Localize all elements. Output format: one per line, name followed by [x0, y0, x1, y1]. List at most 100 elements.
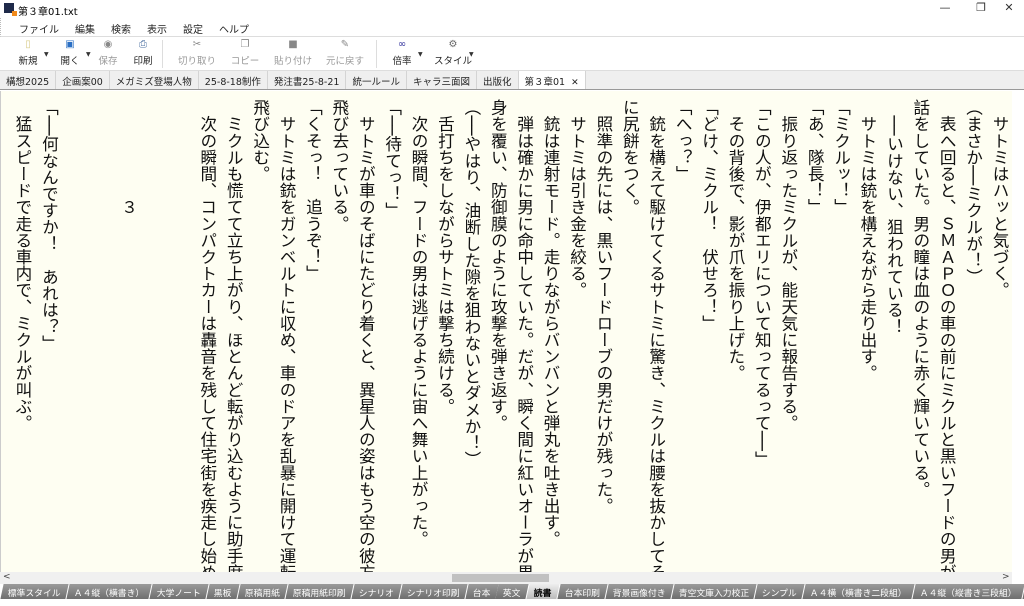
- horizontal-scrollbar[interactable]: < >: [0, 572, 1012, 584]
- text-line: 飛び込む。: [250, 99, 270, 182]
- style-tab[interactable]: 台本: [465, 584, 499, 599]
- style-tab[interactable]: 青空文庫入力校正: [671, 584, 757, 599]
- text-line: 照準の先には、黒いフードローブの男だけが残った。: [593, 99, 613, 514]
- style-tab[interactable]: 標準スタイル: [0, 584, 69, 599]
- text-line: [88, 99, 114, 569]
- doc-tab-label: 構想2025: [6, 77, 50, 88]
- style-tab[interactable]: 台本印刷: [557, 584, 608, 599]
- text-line: ──いけない、狙われている！: [884, 99, 904, 335]
- title-bar: 第３章01.txt — ❐ ✕: [0, 0, 1024, 18]
- toolbar-label: 開く: [60, 56, 80, 67]
- style-tab-label: 英文: [503, 589, 521, 599]
- scroll-left-arrow[interactable]: <: [3, 572, 11, 582]
- close-button[interactable]: ✕: [994, 1, 1024, 17]
- style-tab-label: シンプル: [761, 589, 797, 599]
- style-tab[interactable]: 読書: [526, 584, 560, 599]
- text-line: 「──何なんですか！ あれは？」: [39, 99, 59, 352]
- toolbar-button-4[interactable]: ✂ 切り取り: [173, 39, 221, 67]
- toolbar-button-3[interactable]: ⎙ 印刷: [119, 39, 167, 67]
- toolbar-label: 新規: [18, 56, 38, 67]
- text-line: 話をしていた。男の瞳は血のように赤く輝いている。: [910, 99, 930, 498]
- restore-button[interactable]: ❐: [966, 1, 996, 17]
- style-tab-label: 台本印刷: [564, 589, 600, 599]
- editor-margin: [1012, 91, 1024, 584]
- text-line: に尻餅をつく。: [620, 99, 640, 216]
- text-line: サトミは引き金を絞る。: [567, 99, 587, 299]
- doc-tab[interactable]: キャラ三面図: [407, 71, 477, 89]
- doc-tab[interactable]: 構想2025: [0, 71, 57, 89]
- toolbar-label: 倍率: [392, 56, 412, 67]
- style-tab[interactable]: シナリオ印刷: [399, 584, 468, 599]
- text-line: 次の瞬間、コンパクトカーは轟音を残して住宅街を疾走し始めた。: [197, 99, 217, 572]
- toolbar-button-5[interactable]: ❐ コピー: [221, 39, 269, 67]
- doc-tab[interactable]: 統一ルール: [346, 71, 407, 89]
- toolbar-label: 元に戻す: [325, 56, 364, 67]
- scrollbar-thumb[interactable]: [452, 574, 549, 582]
- menu-3[interactable]: 表示: [139, 18, 175, 36]
- menu-2[interactable]: 検索: [103, 18, 139, 36]
- text-line: サトミはハッと気づく。: [990, 99, 1009, 299]
- window-title: 第３章01.txt: [18, 7, 78, 18]
- menu-1[interactable]: 編集: [67, 18, 103, 36]
- style-tab[interactable]: 原稿用紙: [237, 584, 288, 599]
- vertical-text: サトミはハッと気づく。 （まさか──ミクルが！） 表へ回ると、ＳＭＡＰＯの車の前に…: [9, 99, 1012, 572]
- text-line: 表へ回ると、ＳＭＡＰＯの車の前にミクルと黒いフードの男が立ち: [937, 99, 957, 572]
- doc-tab-label: 第３章01: [524, 77, 566, 88]
- style-tab[interactable]: Ａ４横（横書き二段組）: [802, 584, 915, 599]
- toolbar-button-6[interactable]: ■ 貼り付け: [269, 39, 317, 67]
- text-line: （まさか──ミクルが！）: [963, 99, 983, 285]
- document-tabs: 構想2025 企画案00 メガミズ登場人物 25-8-18制作 発注書25-8-21 統一…: [0, 71, 1024, 90]
- doc-tab[interactable]: 出版化: [477, 71, 519, 89]
- text-line: [141, 99, 167, 569]
- minimize-button[interactable]: —: [930, 1, 960, 17]
- style-tab[interactable]: 黒板: [206, 584, 240, 599]
- chevron-down-icon[interactable]: ▼: [418, 51, 423, 58]
- style-tab[interactable]: 英文: [495, 584, 529, 599]
- toolbar-separator: [376, 40, 377, 68]
- style-tabs: 標準スタイル Ａ４縦（横書き） 大学ノート 黒板 原稿用紙 原稿用紙印刷 シナリオ シナリオ印…: [0, 584, 1024, 600]
- text-line: サトミは銃をガンベルトに収め、車のドアを乱暴に開けて運転席へ: [277, 99, 297, 572]
- doc-tab[interactable]: 発注書25-8-21: [268, 71, 347, 89]
- text-line: 身を覆い、防御膜のように攻撃を弾き返す。: [488, 99, 508, 431]
- toolbar-label: スタイル: [433, 56, 472, 67]
- style-tab[interactable]: 原稿用紙印刷: [285, 584, 354, 599]
- text-line: ミクルも慌てて立ち上がり、ほとんど転がり込むように助手席へ。: [224, 99, 244, 572]
- style-icon: ⚙: [448, 39, 458, 50]
- menu-0[interactable]: ファイル: [11, 18, 67, 36]
- chevron-down-icon[interactable]: ▼: [469, 51, 474, 58]
- copy-icon: ❐: [240, 39, 250, 50]
- style-tab[interactable]: Ａ４縦（縦書き三段組）: [912, 584, 1024, 599]
- style-tab-label: Ａ４横（横書き二段組）: [809, 589, 907, 599]
- close-tab-icon[interactable]: ✕: [571, 78, 579, 88]
- style-tab[interactable]: 大学ノート: [149, 584, 209, 599]
- style-tab[interactable]: 背景画像付き: [605, 584, 674, 599]
- doc-tab[interactable]: メガミズ登場人物: [110, 71, 199, 89]
- toolbar-button-7[interactable]: ✎ 元に戻す: [321, 39, 369, 67]
- toolbar-label: コピー: [230, 56, 260, 67]
- style-tab[interactable]: シナリオ: [351, 584, 402, 599]
- doc-tab-label: 出版化: [482, 77, 512, 88]
- doc-tab[interactable]: 企画案00: [56, 71, 110, 89]
- text-line: 「どけ、ミクル！ 伏せろ！」: [699, 99, 719, 332]
- style-tab[interactable]: Ａ４縦（横書き）: [66, 584, 152, 599]
- menu-5[interactable]: ヘルプ: [211, 18, 257, 36]
- menu-4[interactable]: 設定: [175, 18, 211, 36]
- text-line: 飛び去っている。: [329, 99, 349, 232]
- doc-tab[interactable]: 第３章01 ✕: [518, 71, 586, 89]
- style-tab-label: シナリオ: [358, 589, 394, 599]
- doc-tab[interactable]: 25-8-18制作: [199, 71, 268, 89]
- text-line: 「ミクルッ！」: [831, 99, 851, 216]
- style-tab[interactable]: シンプル: [754, 584, 805, 599]
- style-tab-label: 標準スタイル: [7, 589, 61, 599]
- save-icon: ◉: [103, 39, 113, 50]
- scroll-right-arrow[interactable]: >: [1002, 572, 1010, 582]
- text-line: 「この人が、伊都エリについて知ってるって──」: [752, 99, 772, 468]
- text-editor[interactable]: サトミはハッと気づく。 （まさか──ミクルが！） 表へ回ると、ＳＭＡＰＯの車の前に…: [0, 91, 1012, 572]
- toolbar-label: 切り取り: [177, 56, 216, 67]
- style-tab-label: Ａ４縦（横書き）: [73, 589, 144, 599]
- style-tab-label: 読書: [533, 589, 552, 599]
- paste-icon: ■: [288, 39, 298, 50]
- toolbar-label: 貼り付け: [273, 56, 312, 67]
- toolbar-label: 保存: [98, 56, 118, 67]
- style-tab-label: 背景画像付き: [612, 589, 666, 599]
